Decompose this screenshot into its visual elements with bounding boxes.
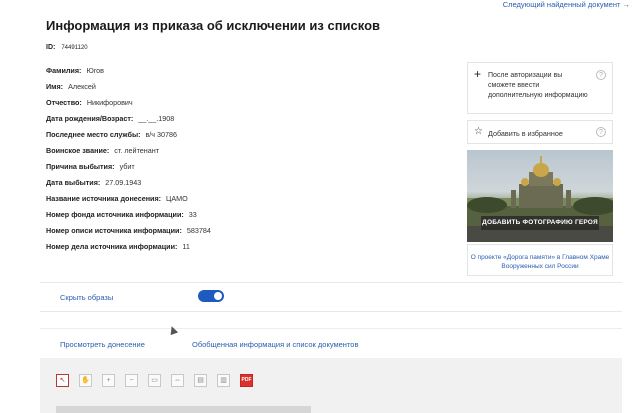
hide-images-label[interactable]: Скрыть образы (60, 293, 113, 302)
zoom-out-icon[interactable]: − (125, 374, 138, 387)
field-rank: Воинское звание: ст. лейтенант (46, 146, 159, 155)
fit-page-icon[interactable]: ▭ (148, 374, 161, 387)
about-project-link[interactable]: О проекте «Дорога памяти» в Главном Храм… (467, 244, 613, 276)
document-tabs: Просмотреть донесение Обобщенная информа… (40, 328, 622, 358)
field-label: Номер дела источника информации: (46, 242, 178, 251)
field-birth-date: Дата рождения/Возраст: __.__.1908 (46, 114, 174, 123)
field-fond-number: Номер фонда источника информации: 33 (46, 210, 197, 219)
select-icon[interactable]: ↖ (56, 374, 69, 387)
field-value: 27.09.1943 (105, 178, 142, 187)
next-document-link[interactable]: Следующий найденный документ → (503, 0, 630, 9)
field-label: Номер фонда источника информации: (46, 210, 184, 219)
tab-summary-documents[interactable]: Обобщенная информация и список документо… (192, 340, 358, 349)
field-value: в/ч 30786 (145, 130, 178, 139)
field-patronymic: Отчество: Никифорович (46, 98, 133, 107)
field-label: Отчество: (46, 98, 82, 107)
split-vertical-icon[interactable]: ▥ (217, 374, 230, 387)
record-id: ID: 74491120 (46, 44, 88, 51)
auth-info-text: После авторизации вы сможете ввести допо… (488, 72, 588, 99)
field-value: 11 (182, 242, 190, 251)
field-value: Алексей (68, 82, 96, 91)
field-value: Югов (86, 66, 104, 75)
field-label: Фамилия: (46, 66, 82, 75)
page-title: Информация из приказа об исключении из с… (46, 18, 381, 33)
field-label: Номер описи источника информации: (46, 226, 182, 235)
field-label: Дата выбытия: (46, 178, 101, 187)
pdf-icon[interactable]: PDF (240, 374, 253, 387)
star-icon: ☆ (474, 126, 483, 137)
field-value: убит (119, 162, 135, 171)
record-id-value: 74491120 (61, 45, 88, 51)
field-inventory-number: Номер описи источника информации: 583784 (46, 226, 211, 235)
field-value: ст. лейтенант (114, 146, 160, 155)
zoom-in-icon[interactable]: + (102, 374, 115, 387)
hide-images-row: Скрыть образы (40, 282, 622, 312)
fit-width-icon[interactable]: ⇔ (171, 374, 184, 387)
field-source-name: Название источника донесения: ЦАМО (46, 194, 188, 203)
field-label: Имя: (46, 82, 64, 91)
field-case-number: Номер дела источника информации: 11 (46, 242, 190, 251)
auth-info-card[interactable]: + После авторизации вы сможете ввести до… (467, 62, 613, 114)
field-last-service: Последнее место службы: в/ч 30786 (46, 130, 177, 139)
field-leave-date: Дата выбытия: 27.09.1943 (46, 178, 141, 187)
document-viewer: ↖ ✋ + − ▭ ⇔ ▤ ▥ PDF (40, 358, 622, 413)
field-value: 583784 (186, 226, 211, 235)
memorial-photo-banner[interactable]: ДОБАВИТЬ ФОТОГРАФИЮ ГЕРОЯ (467, 150, 613, 242)
field-name: Имя: Алексей (46, 82, 96, 91)
hide-images-toggle[interactable] (198, 290, 224, 302)
plus-icon: + (474, 67, 482, 81)
add-photo-button[interactable]: ДОБАВИТЬ ФОТОГРАФИЮ ГЕРОЯ (481, 216, 599, 230)
add-favorite-button[interactable]: ☆ Добавить в избранное ? (467, 120, 613, 144)
field-value: 33 (188, 210, 197, 219)
field-surname: Фамилия: Югов (46, 66, 104, 75)
split-horizontal-icon[interactable]: ▤ (194, 374, 207, 387)
field-label: Последнее место службы: (46, 130, 141, 139)
add-favorite-label: Добавить в избранное (488, 129, 563, 138)
field-value: __.__.1908 (138, 114, 175, 123)
field-label: Название источника донесения: (46, 194, 162, 203)
toggle-knob (214, 292, 222, 300)
tab-view-report[interactable]: Просмотреть донесение (60, 340, 145, 349)
field-label: Воинское звание: (46, 146, 110, 155)
help-icon[interactable]: ? (596, 127, 606, 137)
field-label: Дата рождения/Возраст: (46, 114, 134, 123)
field-value: ЦАМО (166, 194, 188, 203)
field-reason: Причина выбытия: убит (46, 162, 135, 171)
help-icon[interactable]: ? (596, 70, 606, 80)
hand-icon[interactable]: ✋ (79, 374, 92, 387)
field-label: Причина выбытия: (46, 162, 115, 171)
document-page-preview (56, 406, 311, 413)
record-id-label: ID: (46, 44, 56, 51)
field-value: Никифорович (86, 98, 133, 107)
